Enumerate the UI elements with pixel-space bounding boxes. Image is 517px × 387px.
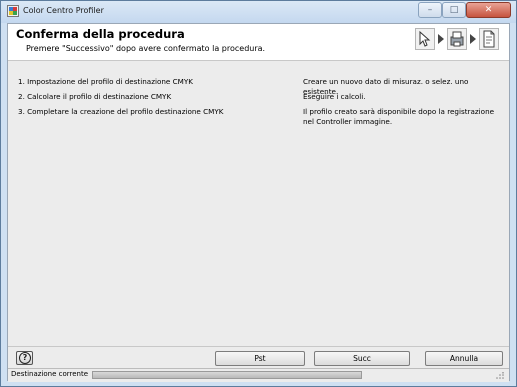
step-note: Eseguire i calcoli.	[303, 92, 366, 101]
step-note: Il profilo creato sarà disponibile dopo …	[303, 107, 495, 126]
title-bar[interactable]: Color Centro Profiler – □ ✕	[1, 1, 516, 23]
main-window: Color Centro Profiler – □ ✕ Conferma del…	[0, 0, 517, 387]
minimize-button[interactable]: –	[418, 2, 442, 18]
step-indicator	[415, 27, 505, 53]
chevron-right-icon	[470, 34, 476, 44]
step-label: 3. Completare la creazione del profilo d…	[18, 107, 224, 116]
arrow-cursor-icon	[415, 28, 435, 50]
close-button[interactable]: ✕	[466, 2, 511, 18]
printer-icon	[447, 28, 467, 50]
help-icon: ?	[19, 352, 31, 364]
status-label: Destinazione corrente	[11, 370, 89, 378]
cancel-button[interactable]: Annulla	[425, 351, 503, 366]
window-title: Color Centro Profiler	[23, 6, 104, 15]
page-subtitle: Premere "Successivo" dopo avere conferma…	[26, 44, 266, 53]
status-progress-bar	[92, 371, 362, 379]
help-button[interactable]: ?	[16, 351, 33, 365]
step-label: 2. Calcolare il profilo di destinazione …	[18, 92, 172, 101]
maximize-button[interactable]: □	[442, 2, 466, 18]
page-title: Conferma della procedura	[16, 27, 185, 41]
dialog-header: Conferma della procedura Premere "Succes…	[8, 24, 509, 61]
resize-grip-icon[interactable]	[495, 372, 505, 380]
procedure-list: 1. Impostazione del profilo di destinazi…	[8, 68, 509, 348]
dialog-client-area: Conferma della procedura Premere "Succes…	[7, 23, 510, 382]
app-icon	[7, 5, 19, 17]
step-label: 1. Impostazione del profilo di destinazi…	[18, 77, 193, 86]
footer-divider	[8, 346, 509, 347]
previous-button[interactable]: Pst	[215, 351, 305, 366]
chevron-right-icon	[438, 34, 444, 44]
status-bar: Destinazione corrente	[8, 368, 509, 382]
profile-document-icon	[479, 28, 499, 50]
next-button[interactable]: Succ	[314, 351, 410, 366]
